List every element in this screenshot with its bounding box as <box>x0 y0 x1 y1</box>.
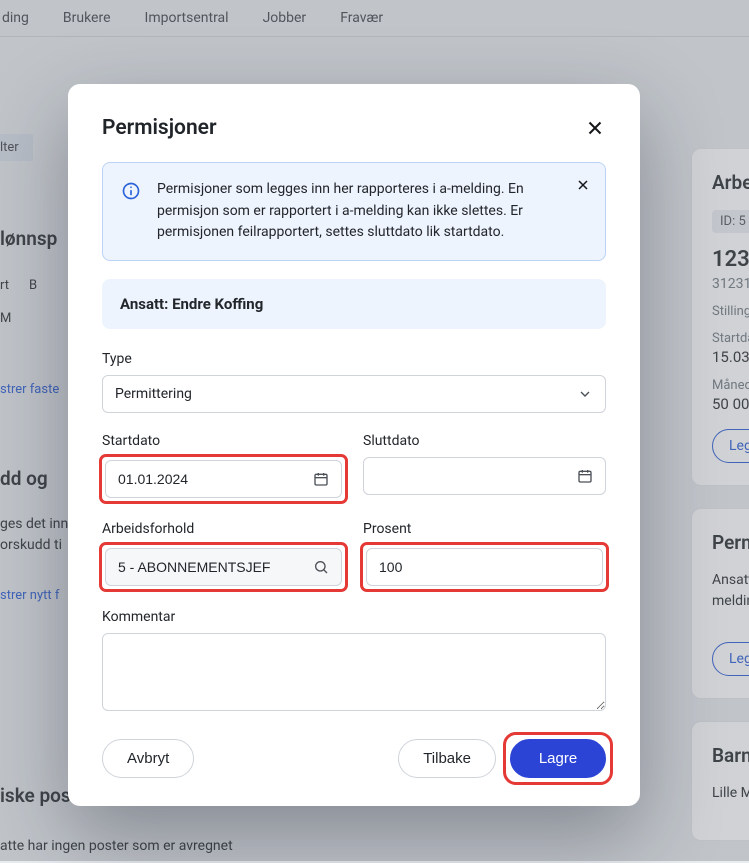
info-icon <box>121 181 141 201</box>
modal-title: Permisjoner <box>102 116 217 140</box>
close-icon <box>584 117 606 139</box>
employment-field[interactable] <box>118 559 313 575</box>
type-label: Type <box>102 351 606 367</box>
end-date-label: Sluttdato <box>363 433 606 449</box>
close-button[interactable] <box>584 117 606 139</box>
end-date-field[interactable] <box>376 468 577 484</box>
save-button[interactable]: Lagre <box>510 739 606 778</box>
employment-label: Arbeidsforhold <box>102 521 345 537</box>
info-alert: Permisjoner som legges inn her rapporter… <box>102 162 606 261</box>
calendar-icon <box>313 471 329 487</box>
comment-textarea[interactable] <box>102 633 606 711</box>
info-text: Permisjoner som legges inn her rapporter… <box>157 179 587 244</box>
leave-modal: Permisjoner Permisjoner som legges inn h… <box>68 84 640 806</box>
percent-input[interactable] <box>366 548 603 586</box>
percent-label: Prosent <box>363 521 606 537</box>
calendar-icon <box>577 468 593 484</box>
type-select[interactable]: Permittering <box>102 375 606 413</box>
back-button[interactable]: Tilbake <box>398 739 496 778</box>
start-date-input[interactable] <box>105 460 342 498</box>
cancel-button[interactable]: Avbryt <box>102 739 194 778</box>
end-date-input[interactable] <box>363 457 606 495</box>
start-date-field[interactable] <box>118 471 313 487</box>
start-date-label: Startdato <box>102 433 345 449</box>
employment-lookup[interactable] <box>105 548 342 586</box>
chevron-down-icon <box>577 386 593 402</box>
type-value: Permittering <box>115 386 192 402</box>
search-icon <box>313 559 329 575</box>
dismiss-info-button[interactable] <box>575 177 591 193</box>
comment-label: Kommentar <box>102 609 606 625</box>
employee-banner: Ansatt: Endre Koffing <box>102 279 606 329</box>
percent-field[interactable] <box>379 559 590 575</box>
